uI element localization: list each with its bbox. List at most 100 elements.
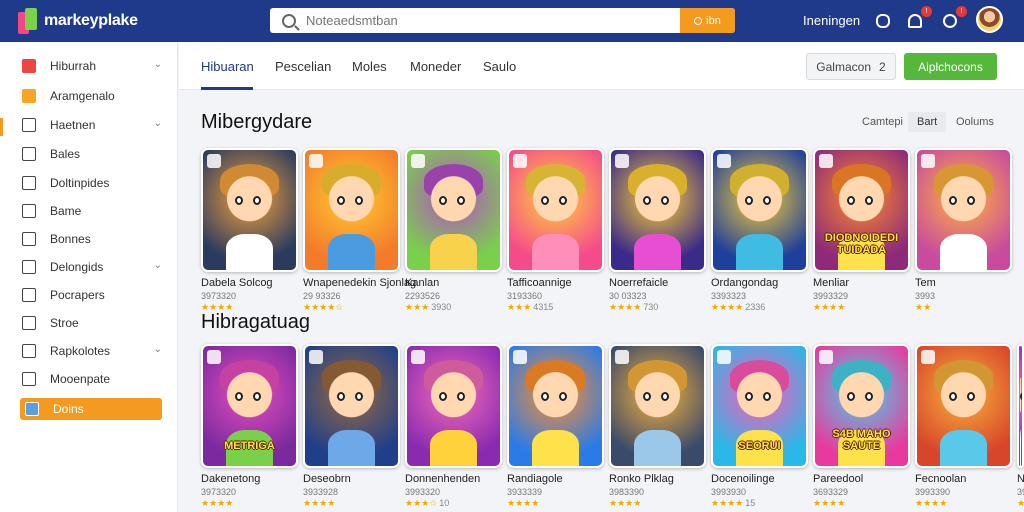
game-art-title: DIODNOIDEDI TUIDADA: [824, 232, 899, 256]
game-title[interactable]: Randiagole: [507, 473, 563, 485]
app-badge-icon: [615, 154, 629, 168]
game-downloads: 2293526: [405, 291, 441, 301]
game-card[interactable]: [915, 344, 1012, 468]
star-icon: ★★★★: [609, 498, 642, 508]
game-downloads: 30 03323: [609, 291, 647, 301]
game-title[interactable]: Fecnoolan: [915, 473, 966, 485]
game-card[interactable]: [609, 148, 706, 272]
sidebar-item[interactable]: Doins: [20, 398, 162, 420]
tab-moneder[interactable]: Moneder: [410, 59, 461, 74]
game-card[interactable]: [405, 344, 502, 468]
chevron-down-icon[interactable]: ⌄: [154, 59, 162, 70]
sidebar-item[interactable]: Bales: [22, 144, 164, 164]
game-card[interactable]: SEORUI: [711, 344, 808, 468]
game-title[interactable]: Dakenetong: [201, 473, 260, 485]
search-button-label: ibn: [706, 14, 721, 27]
game-downloads: 29 93326: [303, 291, 341, 301]
chevron-down-icon[interactable]: ⌄: [154, 118, 162, 129]
chevron-down-icon[interactable]: ⌄: [154, 260, 162, 271]
app-badge-icon: [819, 350, 833, 364]
star-rating: ★★★★: [915, 498, 949, 509]
sidebar-item[interactable]: Pocrapers: [22, 285, 164, 305]
bell-icon[interactable]: !: [905, 6, 932, 31]
game-title[interactable]: Donnenhenden: [405, 473, 480, 485]
game-title[interactable]: Wnapenedekin Sjonlag: [303, 277, 416, 289]
chevron-down-icon[interactable]: ⌄: [154, 344, 162, 355]
game-card[interactable]: [405, 148, 502, 272]
game-card[interactable]: [303, 344, 400, 468]
game-title[interactable]: Docenoilinge: [711, 473, 775, 485]
messages-icon[interactable]: [873, 11, 893, 31]
game-title[interactable]: Tem: [915, 277, 936, 289]
page-icon: [22, 147, 36, 161]
game-title[interactable]: Menliar: [813, 277, 849, 289]
rating-count: 3930: [431, 302, 452, 312]
game-title[interactable]: Noerrefaicle: [609, 277, 668, 289]
game-downloads: 3193360: [507, 291, 543, 301]
sidebar-item[interactable]: Haetnen ⌄: [22, 115, 164, 135]
game-title[interactable]: Ronko Plklag: [609, 473, 674, 485]
sidebar-item[interactable]: Aramgenalo: [22, 86, 164, 106]
game-title[interactable]: Deseobrn: [303, 473, 351, 485]
logo[interactable]: markeyplake: [18, 8, 138, 34]
game-card[interactable]: [507, 148, 604, 272]
app-badge-icon: [309, 154, 323, 168]
game-title[interactable]: Pareedool: [813, 473, 863, 485]
sort-option-bart[interactable]: Bart: [908, 112, 947, 132]
search-button[interactable]: ibn: [680, 8, 735, 33]
avatar[interactable]: [976, 6, 1003, 33]
sidebar-item[interactable]: Bame: [22, 201, 164, 221]
app-badge-icon: [207, 350, 221, 364]
diamond-icon: [22, 260, 36, 274]
sidebar-item[interactable]: Stroe: [22, 313, 164, 333]
sidebar-item[interactable]: Delongids ⌄: [22, 257, 164, 277]
sort-option-camtepi[interactable]: Camtepi: [862, 116, 903, 128]
app-badge-icon: [411, 350, 425, 364]
search-bar: ibn: [270, 8, 735, 33]
sidebar-item[interactable]: Hiburrah ⌄: [22, 56, 164, 76]
game-downloads: 3993329: [813, 291, 849, 301]
game-card[interactable]: S4B MAHO SAUTE: [813, 344, 910, 468]
game-title[interactable]: Dabela Solcog: [201, 277, 273, 289]
sidebar-item[interactable]: Bonnes: [22, 229, 164, 249]
game-card[interactable]: METRIGA: [201, 344, 298, 468]
tab-saulo[interactable]: Saulo: [483, 59, 516, 74]
search-input[interactable]: [306, 13, 686, 28]
tab-pescelian[interactable]: Pescelian: [275, 59, 331, 74]
star-rating: ★★★: [1017, 498, 1024, 509]
sidebar-item-label: Bame: [50, 204, 82, 218]
app-badge-icon: [513, 350, 527, 364]
game-card[interactable]: [915, 148, 1012, 272]
rating-count: 10: [439, 498, 450, 508]
sidebar-item[interactable]: Rapkolotes ⌄: [22, 341, 164, 361]
search-icon: [694, 16, 703, 25]
sidebar-item[interactable]: Mooenpate: [22, 369, 164, 389]
user-name[interactable]: Ineningen: [803, 13, 860, 28]
game-title[interactable]: Ordangondag: [711, 277, 778, 289]
game-card[interactable]: [201, 148, 298, 272]
game-card[interactable]: [711, 148, 808, 272]
rating-count: 4315: [533, 302, 554, 312]
game-card[interactable]: [303, 148, 400, 272]
tab-moles[interactable]: Moles: [352, 59, 387, 74]
sidebar-item-label: Aramgenalo: [50, 89, 115, 103]
flag-icon: [22, 344, 36, 358]
filter-label: Galmacon: [816, 59, 871, 74]
sidebar-item[interactable]: Doltinpides: [22, 173, 164, 193]
game-title[interactable]: Tafficoannige: [507, 277, 572, 289]
game-card[interactable]: [609, 344, 706, 468]
game-card[interactable]: DIODNOIDEDI TUIDADA: [813, 148, 910, 272]
sidebar-item-label: Doins: [53, 402, 84, 416]
tab-hibuaran[interactable]: Hibuaran: [201, 59, 254, 74]
star-icon: ★★★★: [711, 498, 744, 508]
sort-option-oolums[interactable]: Oolums: [956, 116, 994, 128]
apply-button[interactable]: Aiplchocons: [904, 53, 997, 80]
filter-button[interactable]: Galmacon 2: [806, 53, 896, 80]
game-card[interactable]: [1017, 344, 1024, 468]
cart-icon[interactable]: !: [940, 6, 967, 31]
game-title[interactable]: Kanlan: [405, 277, 439, 289]
game-title[interactable]: Non: [1017, 473, 1024, 485]
star-rating: ★★★★: [201, 498, 235, 509]
filter-count: 2: [879, 59, 886, 74]
game-card[interactable]: [507, 344, 604, 468]
